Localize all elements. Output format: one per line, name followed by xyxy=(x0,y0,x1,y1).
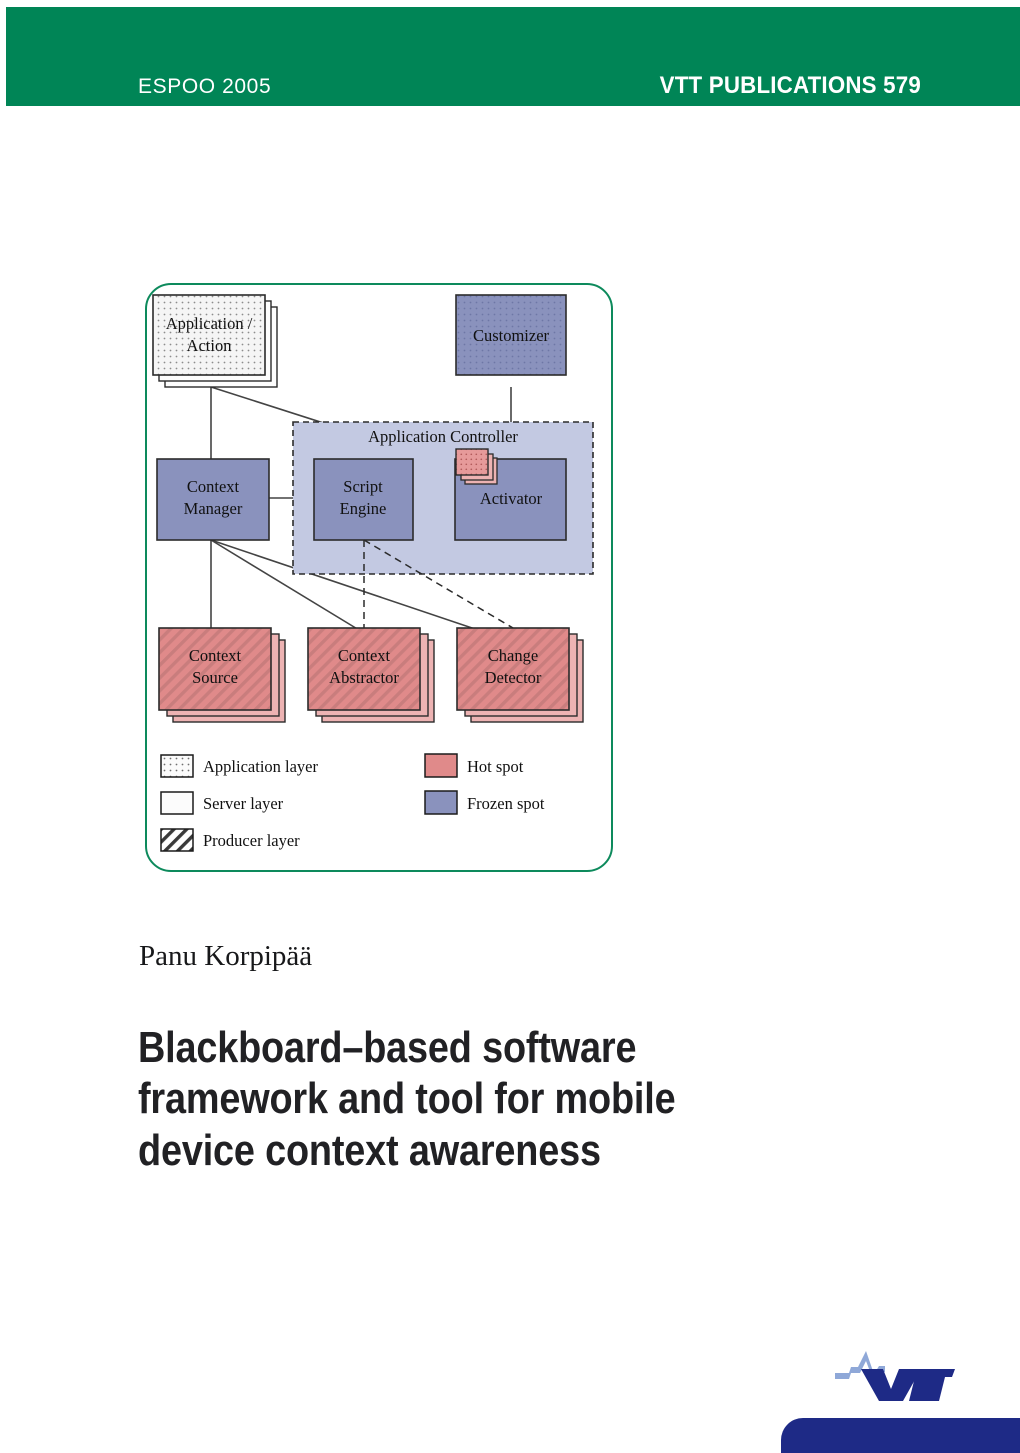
footer-blue-bar xyxy=(781,1418,1020,1453)
label-customizer: Customizer xyxy=(473,326,550,345)
label-context-source-1: Context xyxy=(189,646,242,665)
title-line-2: framework and tool for mobile xyxy=(138,1074,676,1124)
legend-producer-layer: Producer layer xyxy=(203,831,300,850)
legend-server-layer: Server layer xyxy=(203,794,284,813)
label-application-controller: Application Controller xyxy=(368,427,518,446)
label-script-engine-2: Engine xyxy=(340,499,387,518)
label-script-engine-1: Script xyxy=(343,477,383,496)
label-context-manager-1: Context xyxy=(187,477,240,496)
label-context-abstractor-2: Abstractor xyxy=(329,668,399,687)
architecture-diagram: Application Controller Application / Act… xyxy=(145,283,613,872)
legend-frozen-spot: Frozen spot xyxy=(467,794,545,813)
label-change-detector-2: Detector xyxy=(485,668,542,687)
legend-hot-spot: Hot spot xyxy=(467,757,524,776)
title-line-1: Blackboard–based software xyxy=(138,1023,637,1072)
vtt-wordmark xyxy=(861,1369,955,1401)
label-application-action-1: Application / xyxy=(166,314,253,333)
label-context-source-2: Source xyxy=(192,668,238,687)
legend-application-layer: Application layer xyxy=(203,757,319,776)
header-publication-number: VTT PUBLICATIONS 579 xyxy=(659,72,921,99)
page-title: Blackboard–based software framework and … xyxy=(138,1022,706,1176)
label-change-detector-1: Change xyxy=(488,646,538,665)
label-context-abstractor-1: Context xyxy=(338,646,391,665)
title-line-3: device context awareness xyxy=(138,1125,601,1175)
header-place-year: ESPOO 2005 xyxy=(138,75,272,98)
label-application-action-2: Action xyxy=(187,336,232,355)
label-activator: Activator xyxy=(480,489,543,508)
author-name: Panu Korpipää xyxy=(139,940,313,972)
vtt-logo xyxy=(833,1349,955,1403)
label-context-manager-2: Manager xyxy=(184,499,243,518)
